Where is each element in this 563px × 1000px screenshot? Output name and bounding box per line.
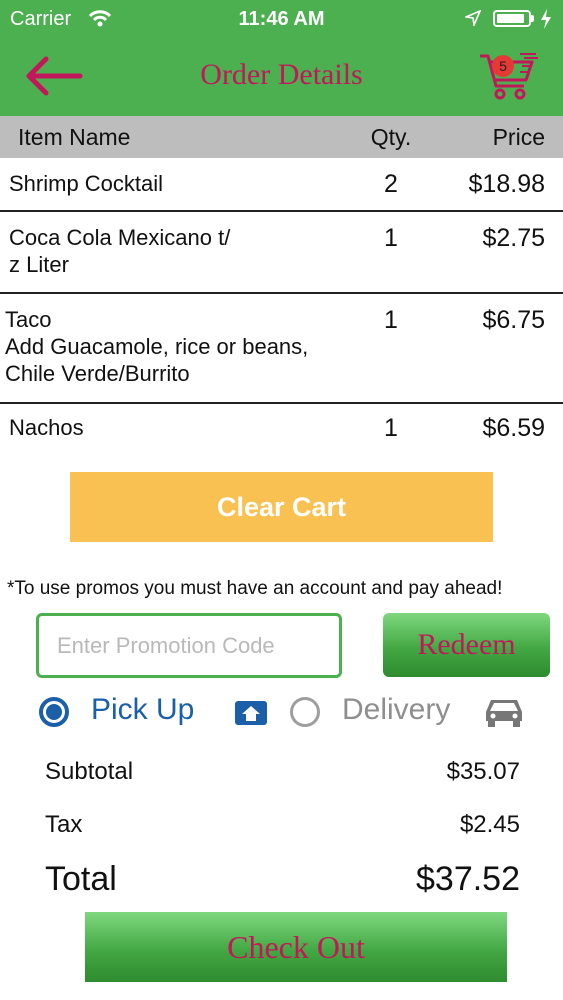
promo-note: *To use promos you must have an account … bbox=[7, 578, 503, 599]
status-bar: Carrier 11:46 AM bbox=[0, 0, 563, 38]
nav-bar: Order Details 5 bbox=[0, 38, 563, 116]
item-qty: 1 bbox=[384, 414, 398, 442]
table-row[interactable]: Nachos 1 $6.59 bbox=[0, 404, 563, 456]
item-name: Nachos bbox=[9, 415, 84, 440]
item-qty: 1 bbox=[384, 224, 398, 252]
promo-code-input[interactable] bbox=[36, 613, 342, 678]
total-label: Total bbox=[45, 860, 117, 898]
item-price: $6.59 bbox=[482, 414, 545, 442]
item-qty: 2 bbox=[384, 170, 398, 198]
item-price: $18.98 bbox=[468, 170, 545, 198]
battery-tip bbox=[531, 15, 534, 22]
pickup-radio[interactable]: Pick Up bbox=[39, 690, 219, 736]
delivery-radio-circle bbox=[290, 697, 320, 727]
redeem-button[interactable]: Redeem bbox=[383, 613, 550, 677]
header-price: Price bbox=[492, 124, 545, 150]
subtotal-value: $35.07 bbox=[446, 758, 520, 785]
store-icon bbox=[235, 701, 267, 725]
table-header: Item Name Qty. Price bbox=[0, 116, 563, 158]
total-value: $37.52 bbox=[416, 860, 520, 898]
tax-label: Tax bbox=[45, 811, 83, 838]
car-icon bbox=[486, 700, 522, 727]
clear-cart-button[interactable]: Clear Cart bbox=[70, 472, 493, 542]
table-row[interactable]: Taco Add Guacamole, rice or beans, Chile… bbox=[0, 294, 563, 404]
pickup-label: Pick Up bbox=[91, 693, 195, 726]
cart-count-badge: 5 bbox=[492, 55, 514, 77]
battery-icon bbox=[493, 10, 531, 27]
cart-button[interactable]: 5 bbox=[478, 50, 540, 102]
checkout-button[interactable]: Check Out bbox=[85, 912, 507, 982]
table-row[interactable]: Shrimp Cocktail 2 $18.98 bbox=[0, 158, 563, 212]
item-price: $6.75 bbox=[482, 306, 545, 334]
pickup-radio-selected-dot bbox=[46, 704, 62, 720]
charging-bolt-icon bbox=[541, 9, 551, 29]
item-qty: 1 bbox=[384, 306, 398, 334]
delivery-label: Delivery bbox=[342, 693, 451, 726]
item-price: $2.75 bbox=[482, 224, 545, 252]
tax-value: $2.45 bbox=[459, 811, 520, 838]
header-item-name: Item Name bbox=[18, 124, 131, 150]
location-arrow-icon bbox=[465, 10, 481, 26]
header-qty: Qty. bbox=[370, 124, 412, 150]
delivery-radio[interactable]: Delivery bbox=[290, 690, 480, 736]
item-name: Coca Cola Mexicano t/ z Liter bbox=[9, 225, 231, 277]
subtotal-label: Subtotal bbox=[45, 758, 134, 785]
table-row[interactable]: Coca Cola Mexicano t/ z Liter 1 $2.75 bbox=[0, 212, 563, 294]
item-name: Shrimp Cocktail bbox=[9, 171, 164, 196]
item-name: Taco Add Guacamole, rice or beans, Chile… bbox=[5, 307, 309, 386]
